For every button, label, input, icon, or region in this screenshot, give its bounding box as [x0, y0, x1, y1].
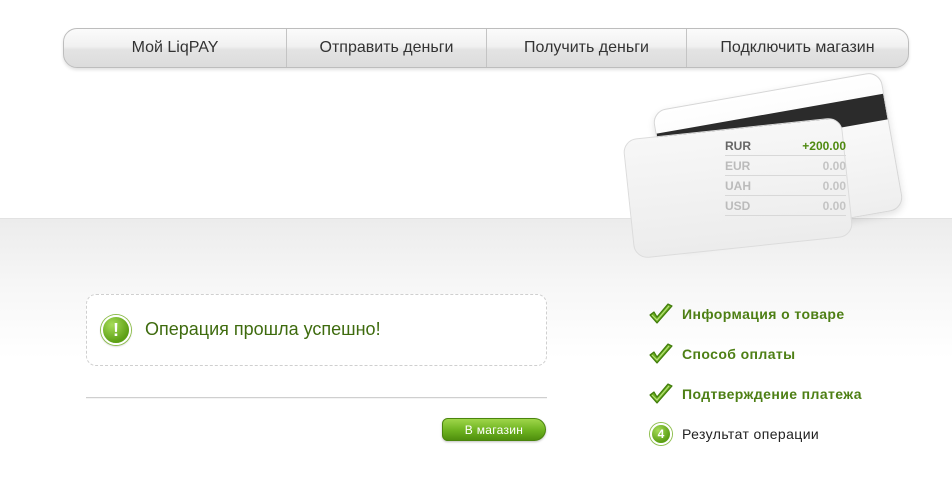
checkmark-icon — [648, 341, 674, 367]
checkmark-icon — [648, 381, 674, 407]
nav-item-send-money[interactable]: Отправить деньги — [286, 29, 486, 67]
balance-amount: 0.00 — [822, 158, 846, 173]
step-label: Информация о товаре — [682, 306, 845, 322]
step-item-current: 4 Результат операции — [648, 414, 938, 454]
step-item: Подтверждение платежа — [648, 374, 938, 414]
exclamation-icon: ! — [101, 315, 131, 345]
step-item: Информация о товаре — [648, 294, 938, 334]
balance-amount: 0.00 — [822, 198, 846, 213]
wallet-card-illustration: RUR +200.00 EUR 0.00 UAH 0.00 USD 0.00 — [622, 70, 912, 260]
payment-steps: Информация о товаре Способ оплаты Подтве… — [648, 294, 938, 454]
step-label: Результат операции — [682, 426, 820, 442]
nav-item-my-liqpay[interactable]: Мой LiqPAY — [64, 29, 286, 67]
back-to-shop-button[interactable]: В магазин — [442, 418, 546, 441]
balance-currency: EUR — [725, 158, 751, 173]
balance-row-eur: EUR 0.00 — [725, 156, 846, 176]
nav-item-receive-money[interactable]: Получить деньги — [486, 29, 686, 67]
balance-currency: UAH — [725, 178, 751, 193]
balance-amount: +200.00 — [802, 138, 846, 153]
step-item: Способ оплаты — [648, 334, 938, 374]
balance-row-uah: UAH 0.00 — [725, 176, 846, 196]
balance-row-usd: USD 0.00 — [725, 196, 846, 216]
balance-list: RUR +200.00 EUR 0.00 UAH 0.00 USD 0.00 — [725, 136, 846, 216]
top-navigation: Мой LiqPAY Отправить деньги Получить ден… — [63, 28, 909, 68]
balance-currency: USD — [725, 198, 751, 213]
balance-currency: RUR — [725, 138, 751, 153]
step-number-badge: 4 — [650, 423, 672, 445]
success-message-text: Операция прошла успешно! — [145, 319, 381, 339]
divider — [86, 397, 547, 399]
step-label: Способ оплаты — [682, 346, 796, 362]
balance-row-rur: RUR +200.00 — [725, 136, 846, 156]
checkmark-icon — [648, 301, 674, 327]
step-label: Подтверждение платежа — [682, 386, 862, 402]
nav-item-connect-shop[interactable]: Подключить магазин — [686, 29, 908, 67]
balance-amount: 0.00 — [822, 178, 846, 193]
success-message-box: ! Операция прошла успешно! — [86, 294, 547, 366]
